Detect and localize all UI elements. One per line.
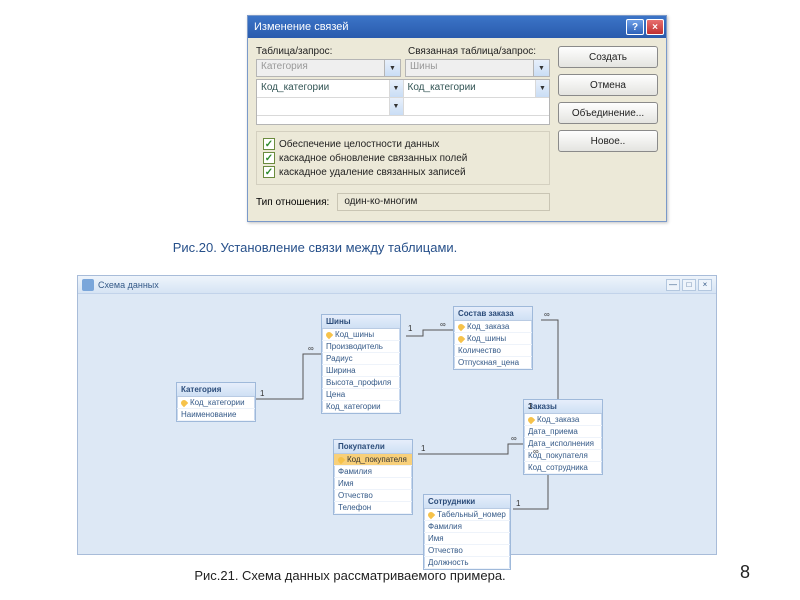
table-combo[interactable]: Категория ▼ bbox=[256, 59, 401, 77]
table-header: Шины bbox=[322, 315, 400, 329]
checkbox-cascade-update[interactable]: ✓ bbox=[263, 152, 275, 164]
table-sostav[interactable]: Состав заказаКод_заказаКод_шиныКоличеств… bbox=[453, 306, 533, 370]
table-combo-value: Категория bbox=[261, 61, 308, 72]
minimize-button[interactable]: — bbox=[666, 279, 680, 291]
table-zakazy[interactable]: ЗаказыКод_заказаДата_приемаДата_исполнен… bbox=[523, 399, 603, 475]
table-field[interactable]: Отчество bbox=[424, 545, 510, 557]
app-icon bbox=[82, 279, 94, 291]
table-field[interactable]: Количество bbox=[454, 345, 532, 357]
checkbox-cascade-delete-label: каскадное удаление связанных записей bbox=[279, 167, 466, 178]
table-field[interactable]: Производитель bbox=[322, 341, 400, 353]
maximize-button[interactable]: □ bbox=[682, 279, 696, 291]
edit-relationships-dialog: Изменение связей ? × Таблица/запрос: Свя… bbox=[247, 15, 667, 222]
rel-one: 1 bbox=[421, 444, 425, 453]
checkbox-integrity-label: Обеспечение целостности данных bbox=[279, 139, 439, 150]
table-field[interactable]: Отпускная_цена bbox=[454, 357, 532, 369]
rel-many: ∞ bbox=[440, 320, 446, 329]
table-field[interactable]: Отчество bbox=[334, 490, 412, 502]
table-field[interactable]: Табельный_номер bbox=[424, 509, 510, 521]
table-field[interactable]: Ширина bbox=[322, 365, 400, 377]
table-header: Категория bbox=[177, 383, 255, 397]
rel-many: ∞ bbox=[533, 447, 539, 456]
table-shiny[interactable]: ШиныКод_шиныПроизводительРадиусШиринаВыс… bbox=[321, 314, 401, 414]
table-header: Покупатели bbox=[334, 440, 412, 454]
table-field[interactable]: Фамилия bbox=[334, 466, 412, 478]
related-table-label: Связанная таблица/запрос: bbox=[408, 46, 550, 57]
figure-21-caption: Рис.21. Схема данных рассматриваемого пр… bbox=[100, 568, 600, 583]
rel-one: 1 bbox=[408, 324, 412, 333]
rel-many: ∞ bbox=[511, 434, 517, 443]
table-sotrudniki[interactable]: СотрудникиТабельный_номерФамилияИмяОтчес… bbox=[423, 494, 511, 570]
rel-many: ∞ bbox=[308, 344, 314, 353]
table-kategoria[interactable]: КатегорияКод_категорииНаименование bbox=[176, 382, 256, 422]
close-button[interactable]: × bbox=[698, 279, 712, 291]
schema-title: Схема данных bbox=[98, 280, 159, 290]
table-field[interactable]: Код_шины bbox=[454, 333, 532, 345]
table-pokupateli[interactable]: ПокупателиКод_покупателяФамилияИмяОтчест… bbox=[333, 439, 413, 515]
cancel-button[interactable]: Отмена bbox=[558, 74, 658, 96]
relationship-type-value: один-ко-многим bbox=[337, 193, 550, 211]
table-field[interactable]: Код_шины bbox=[322, 329, 400, 341]
relationship-type-label: Тип отношения: bbox=[256, 197, 329, 208]
rel-many: ∞ bbox=[544, 310, 550, 319]
table-field[interactable]: Код_заказа bbox=[524, 414, 602, 426]
schema-canvas[interactable]: КатегорияКод_категорииНаименование ШиныК… bbox=[78, 294, 716, 554]
related-table-combo-value: Шины bbox=[410, 61, 437, 72]
table-field[interactable]: Код_категории bbox=[177, 397, 255, 409]
table-field[interactable]: Высота_профиля bbox=[322, 377, 400, 389]
table-field[interactable]: Код_категории bbox=[322, 401, 400, 413]
checkbox-cascade-delete[interactable]: ✓ bbox=[263, 166, 275, 178]
field-left: Код_категории bbox=[261, 82, 329, 93]
join-button[interactable]: Объединение... bbox=[558, 102, 658, 124]
table-field[interactable]: Фамилия bbox=[424, 521, 510, 533]
new-button[interactable]: Новое.. bbox=[558, 130, 658, 152]
table-field[interactable]: Дата_приема bbox=[524, 426, 602, 438]
chevron-down-icon: ▼ bbox=[535, 80, 549, 97]
table-field[interactable]: Цена bbox=[322, 389, 400, 401]
table-field[interactable]: Код_сотрудника bbox=[524, 462, 602, 474]
figure-20-caption: Рис.20. Установление связи между таблица… bbox=[100, 240, 530, 256]
table-field[interactable]: Имя bbox=[334, 478, 412, 490]
help-button[interactable]: ? bbox=[626, 19, 644, 35]
related-table-combo[interactable]: Шины ▼ bbox=[405, 59, 550, 77]
rel-one: 1 bbox=[516, 499, 520, 508]
table-field[interactable]: Код_покупателя bbox=[334, 454, 412, 466]
chevron-down-icon: ▼ bbox=[384, 60, 400, 76]
table-field[interactable]: Код_заказа bbox=[454, 321, 532, 333]
create-button[interactable]: Создать bbox=[558, 46, 658, 68]
table-field[interactable]: Телефон bbox=[334, 502, 412, 514]
table-field[interactable]: Наименование bbox=[177, 409, 255, 421]
table-field[interactable]: Имя bbox=[424, 533, 510, 545]
schema-titlebar[interactable]: Схема данных — □ × bbox=[78, 276, 716, 294]
table-header: Состав заказа bbox=[454, 307, 532, 321]
data-schema-window: Схема данных — □ × КатегорияКод_категори… bbox=[77, 275, 717, 555]
table-field[interactable]: Радиус bbox=[322, 353, 400, 365]
dialog-title: Изменение связей bbox=[254, 21, 626, 33]
checkbox-integrity[interactable]: ✓ bbox=[263, 138, 275, 150]
field-mapping-grid[interactable]: Код_категории ▼ Код_категории ▼ ▼ bbox=[256, 79, 550, 125]
field-right: Код_категории bbox=[408, 82, 476, 93]
table-header: Сотрудники bbox=[424, 495, 510, 509]
close-button[interactable]: × bbox=[646, 19, 664, 35]
chevron-down-icon: ▼ bbox=[389, 98, 403, 115]
integrity-options-group: ✓ Обеспечение целостности данных ✓ каска… bbox=[256, 131, 550, 185]
chevron-down-icon: ▼ bbox=[533, 60, 549, 76]
rel-one: 1 bbox=[528, 402, 532, 411]
chevron-down-icon: ▼ bbox=[389, 80, 403, 97]
table-header: Заказы bbox=[524, 400, 602, 414]
checkbox-cascade-update-label: каскадное обновление связанных полей bbox=[279, 153, 467, 164]
page-number: 8 bbox=[740, 562, 750, 583]
dialog-titlebar[interactable]: Изменение связей ? × bbox=[248, 16, 666, 38]
rel-one: 1 bbox=[260, 389, 264, 398]
table-query-label: Таблица/запрос: bbox=[256, 46, 398, 57]
